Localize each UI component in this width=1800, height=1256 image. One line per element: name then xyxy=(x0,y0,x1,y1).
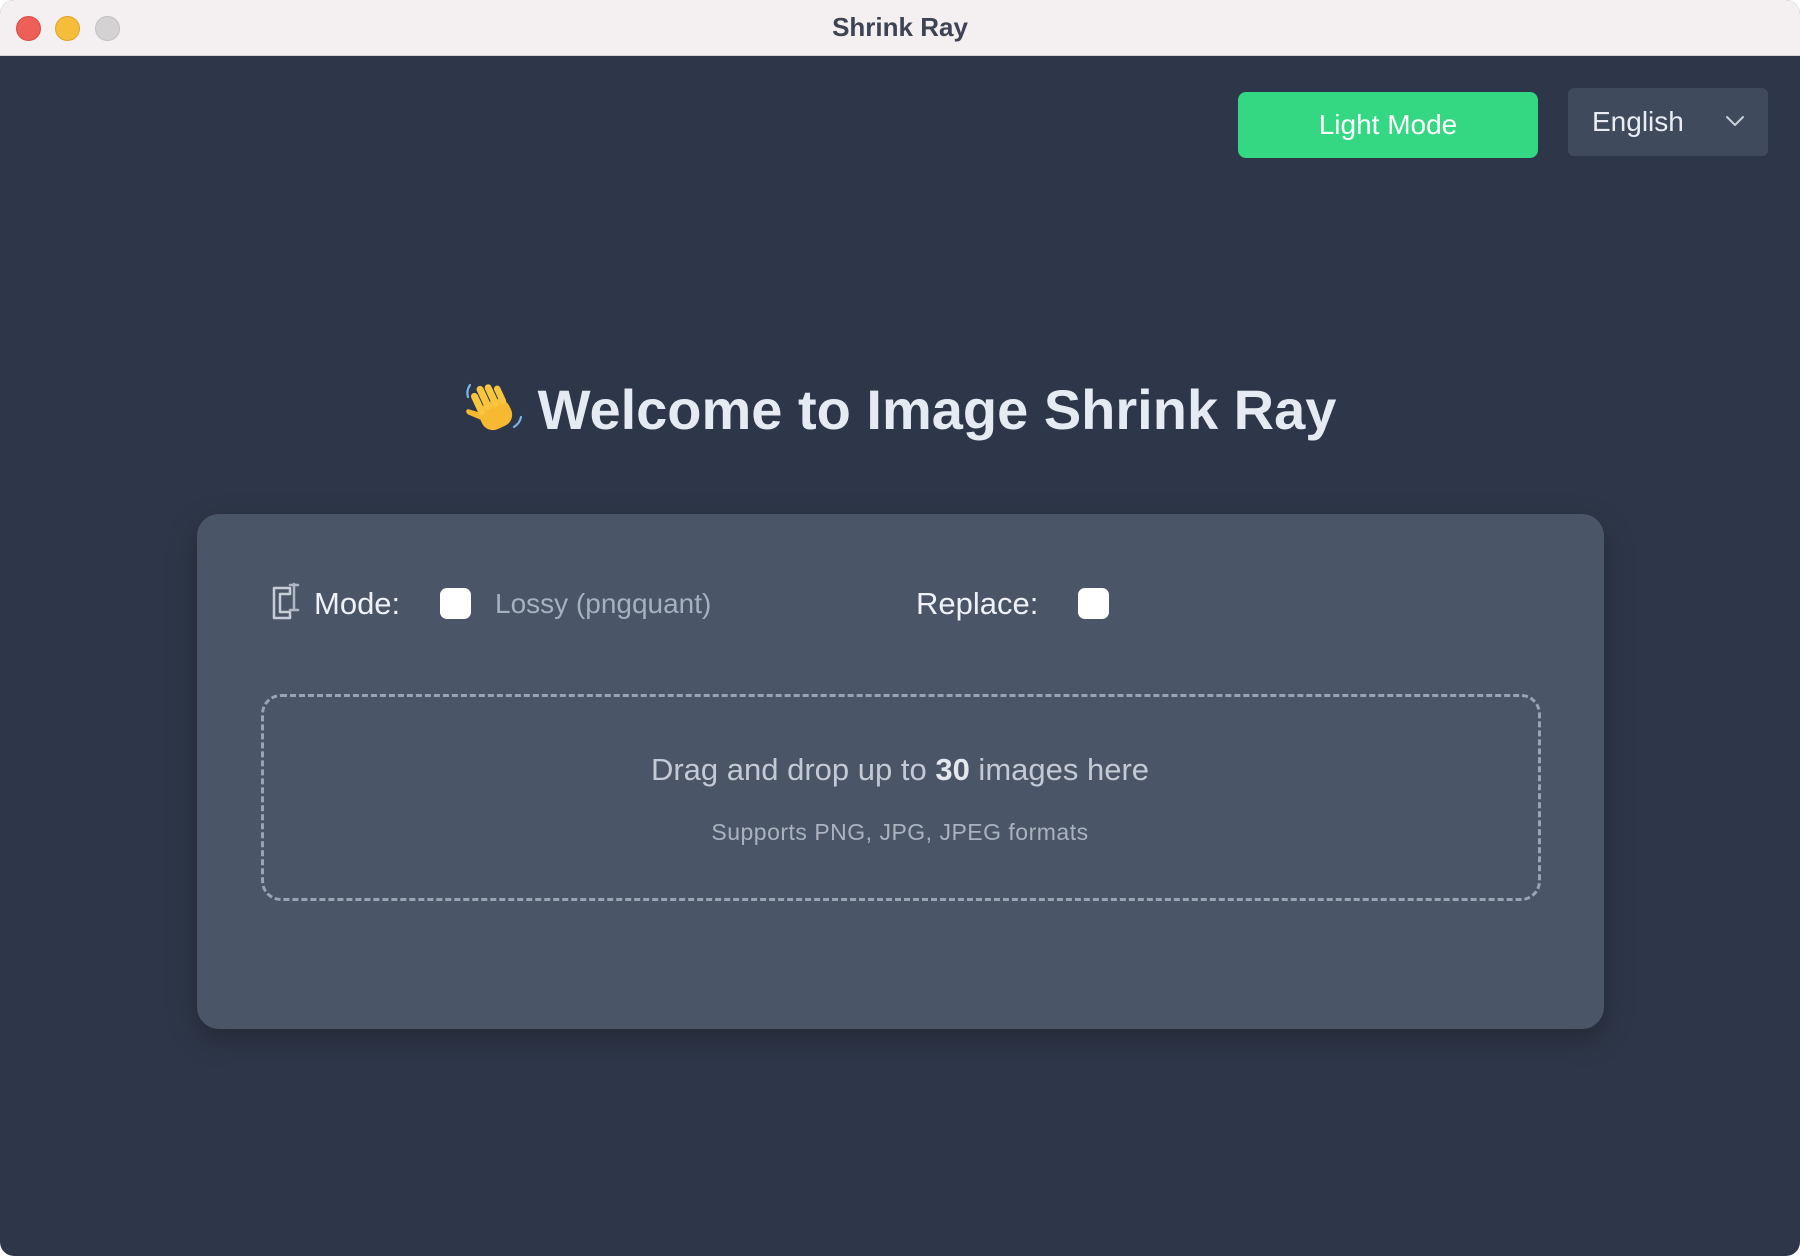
window-title: Shrink Ray xyxy=(832,12,968,42)
dropzone-formats-note: Supports PNG, JPG, JPEG formats xyxy=(711,819,1089,845)
language-select[interactable]: English xyxy=(1568,88,1768,156)
dropzone-text-after: images here xyxy=(969,752,1150,787)
title-bar: Shrink Ray xyxy=(0,0,1800,56)
lossy-mode-checkbox[interactable] xyxy=(440,588,471,619)
app-window: Shrink Ray Light Mode English Welcome to… xyxy=(0,0,1800,1256)
image-dropzone[interactable] xyxy=(261,694,1541,901)
light-mode-button[interactable]: Light Mode xyxy=(1238,92,1538,158)
page-title: Welcome to Image Shrink Ray xyxy=(0,370,1800,450)
mode-option-label: Lossy (pngquant) xyxy=(495,588,712,619)
language-select-value: English xyxy=(1592,106,1684,137)
waving-hand-icon xyxy=(465,383,522,431)
page-title-text: Welcome to Image Shrink Ray xyxy=(537,378,1337,441)
dropzone-text-before: Drag and drop up to xyxy=(650,752,936,787)
clamp-icon xyxy=(272,582,300,620)
replace-checkbox[interactable] xyxy=(1078,588,1109,619)
replace-label: Replace: xyxy=(916,586,1039,621)
mode-label: Mode: xyxy=(314,586,401,621)
chevron-down-icon xyxy=(1726,116,1744,126)
dropzone-max-count: 30 xyxy=(935,752,970,787)
dropzone-instructions: Drag and drop up to 30 images here xyxy=(0,746,1800,794)
